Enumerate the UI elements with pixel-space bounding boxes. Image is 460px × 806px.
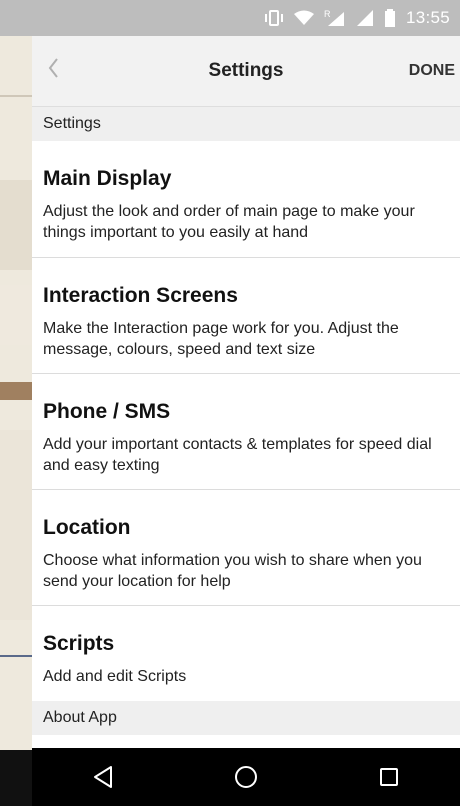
section-header-settings: Settings (32, 107, 460, 141)
nav-bar: Settings DONE (32, 36, 460, 107)
signal-icon (356, 9, 374, 27)
page-title: Settings (208, 60, 284, 81)
item-description: Add your important contacts & templates … (43, 436, 432, 474)
item-description: Adjust the look and order of main page t… (43, 203, 415, 241)
item-description: Choose what information you wish to shar… (43, 552, 422, 590)
item-description: Add and edit Scripts (43, 668, 187, 685)
item-title: Scripts (43, 632, 115, 655)
settings-item-interaction-screens[interactable]: Interaction Screens Make the Interaction… (32, 258, 460, 374)
item-title: Interaction Screens (43, 284, 238, 307)
settings-item-location[interactable]: Location Choose what information you wis… (32, 490, 460, 606)
done-button[interactable]: DONE (409, 62, 455, 80)
item-title: Location (43, 516, 131, 539)
system-navigation-bar (32, 748, 460, 806)
recents-square-icon[interactable] (359, 757, 419, 797)
roaming-signal-icon: R (324, 9, 346, 27)
settings-item-scripts[interactable]: Scripts Add and edit Scripts (32, 606, 460, 701)
item-description: Make the Interaction page work for you. … (43, 320, 399, 358)
status-bar: R 13:55 (32, 0, 460, 36)
battery-icon (384, 9, 396, 27)
clock: 13:55 (405, 8, 450, 27)
vibrate-icon (264, 9, 284, 27)
settings-item-main-display[interactable]: Main Display Adjust the look and order o… (32, 141, 460, 258)
item-title: Main Display (43, 167, 172, 190)
svg-text:R: R (324, 9, 331, 19)
back-triangle-icon[interactable] (73, 757, 133, 797)
section-header-about-app[interactable]: About App (32, 701, 460, 735)
wifi-icon (293, 10, 314, 26)
background-app-edge (0, 0, 32, 806)
home-circle-icon[interactable] (216, 757, 276, 797)
settings-item-phone-sms[interactable]: Phone / SMS Add your important contacts … (32, 374, 460, 490)
settings-panel: R 13:55 Settings DONE Settings Main Disp… (32, 0, 460, 806)
item-title: Phone / SMS (43, 400, 171, 423)
